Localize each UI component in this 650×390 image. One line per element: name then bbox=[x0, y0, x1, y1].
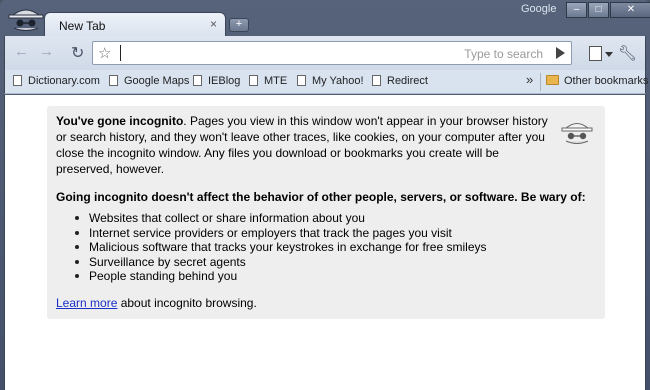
list-item: People standing behind you bbox=[72, 269, 487, 284]
learn-more-link[interactable]: Learn more bbox=[56, 296, 117, 310]
page-icon bbox=[297, 75, 306, 86]
bookmarks-overflow-icon[interactable]: » bbox=[526, 72, 533, 87]
page-icon bbox=[109, 75, 118, 86]
back-icon[interactable]: ← bbox=[14, 44, 29, 60]
learn-more-line: Learn more about incognito browsing. bbox=[56, 296, 257, 310]
other-bookmarks[interactable]: Other bookmarks bbox=[546, 75, 648, 87]
incognito-notice: You've gone incognito. Pages you view in… bbox=[47, 106, 605, 319]
go-icon[interactable] bbox=[556, 47, 565, 59]
bookmark-label: My Yahoo! bbox=[312, 75, 364, 87]
bookmarks-bar: Dictionary.com Google Maps IEBlog MTE My… bbox=[4, 70, 648, 94]
list-item: Malicious software that tracks your keys… bbox=[72, 240, 487, 255]
warning-list: Websites that collect or share informati… bbox=[72, 211, 487, 284]
new-tab-button[interactable]: + bbox=[229, 18, 249, 32]
list-item: Surveillance by secret agents bbox=[72, 255, 487, 270]
star-icon[interactable]: ☆ bbox=[98, 44, 111, 62]
bookmark-label: MTE bbox=[264, 75, 288, 87]
page-icon bbox=[372, 75, 381, 86]
tab-new-tab[interactable]: New Tab × bbox=[44, 12, 226, 37]
minimize-icon[interactable]: – bbox=[566, 2, 587, 18]
bookmark-item[interactable]: Dictionary.com bbox=[13, 75, 100, 87]
incognito-intro: You've gone incognito. Pages you view in… bbox=[56, 113, 556, 177]
wrench-icon[interactable]: 🔧︎ bbox=[618, 44, 637, 62]
page-icon bbox=[193, 75, 202, 86]
toolbar: ← → ↻ ☆ Type to search 🔧︎ bbox=[4, 36, 646, 70]
maximize-icon[interactable]: □ bbox=[588, 2, 609, 18]
close-icon[interactable]: ✕ bbox=[610, 2, 650, 18]
bookmark-label: Dictionary.com bbox=[28, 75, 100, 87]
omnibox-placeholder: Type to search bbox=[464, 47, 543, 61]
tab-close-icon[interactable]: × bbox=[210, 17, 217, 31]
bookmark-label: IEBlog bbox=[208, 75, 241, 87]
intro-heading: You've gone incognito bbox=[56, 114, 184, 128]
page-menu-icon[interactable] bbox=[589, 46, 602, 61]
title-bar: New Tab × + Google – □ ✕ bbox=[0, 0, 650, 37]
bookmark-item[interactable]: My Yahoo! bbox=[297, 75, 364, 87]
forward-icon[interactable]: → bbox=[39, 44, 54, 60]
page-content: You've gone incognito. Pages you view in… bbox=[4, 95, 646, 390]
learn-more-suffix: about incognito browsing. bbox=[117, 296, 257, 310]
bookmark-label: Google Maps bbox=[124, 75, 190, 87]
list-item: Websites that collect or share informati… bbox=[72, 211, 487, 226]
incognito-spy-icon bbox=[561, 123, 593, 144]
text-cursor bbox=[120, 45, 121, 61]
page-icon bbox=[13, 75, 22, 86]
bookmark-label: Redirect bbox=[387, 75, 428, 87]
reload-icon[interactable]: ↻ bbox=[71, 43, 84, 63]
chevron-down-icon bbox=[605, 52, 613, 57]
other-bookmarks-label: Other bookmarks bbox=[564, 75, 649, 87]
folder-icon bbox=[546, 75, 559, 85]
page-icon bbox=[249, 75, 258, 86]
warning-heading: Going incognito doesn't affect the behav… bbox=[56, 190, 586, 204]
bookmark-item[interactable]: Redirect bbox=[372, 75, 428, 87]
bookmark-item[interactable]: IEBlog bbox=[193, 75, 240, 87]
tab-title: New Tab bbox=[59, 19, 106, 33]
browser-window: New Tab × + Google – □ ✕ ← → ↻ ☆ Type to… bbox=[0, 0, 650, 390]
omnibox[interactable]: ☆ Type to search bbox=[92, 41, 572, 65]
list-item: Internet service providers or employers … bbox=[72, 226, 487, 241]
bookmark-item[interactable]: MTE bbox=[249, 75, 287, 87]
bookmark-item[interactable]: Google Maps bbox=[109, 75, 189, 87]
divider bbox=[540, 73, 541, 91]
incognito-spy-icon bbox=[8, 9, 44, 31]
brand-label: Google bbox=[521, 3, 557, 15]
